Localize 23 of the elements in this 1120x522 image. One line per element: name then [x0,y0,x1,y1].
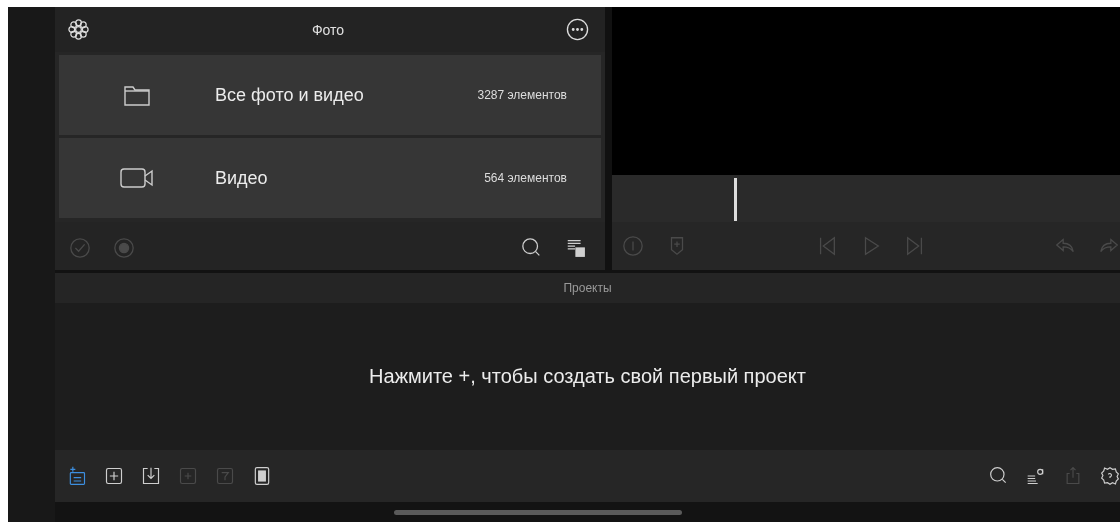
settings-icon[interactable] [1100,466,1120,486]
sort-icon[interactable] [1026,466,1046,486]
item-count: 564 элементов [484,171,568,185]
video-camera-icon [120,167,154,189]
more-icon[interactable] [566,18,589,41]
new-project-icon[interactable] [67,466,87,486]
import-icon[interactable] [141,466,161,486]
album-name: Все фото и видео [215,84,365,106]
album-row[interactable]: Видео 564 элементов [59,138,601,218]
search-icon[interactable] [989,466,1009,486]
list-icon[interactable] [565,237,587,259]
flower-icon[interactable] [67,18,90,41]
panel-title: Фото [311,21,345,38]
section-title: Проекты [563,281,612,295]
folder-icon [124,84,150,106]
album-row[interactable]: Все фото и видео 3287 элементов [59,55,601,135]
film-icon[interactable] [252,466,272,486]
add-icon[interactable] [104,466,124,486]
item-count: 3287 элементов [477,88,568,102]
playhead[interactable] [733,178,737,221]
home-indicator[interactable] [393,509,682,515]
album-name: Видео [215,167,269,189]
empty-message: Нажмите +, чтобы создать свой первый проект [369,365,806,388]
